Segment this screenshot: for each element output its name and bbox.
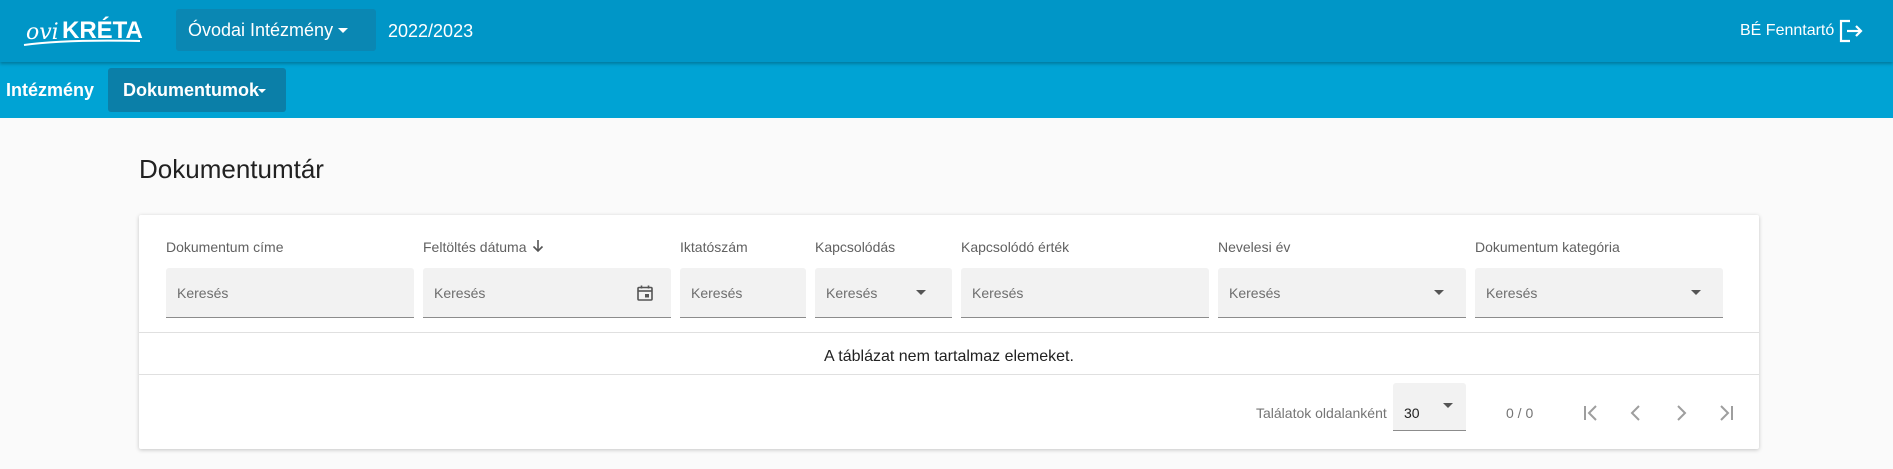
dropdown-arrow-icon [1691,290,1701,295]
first-page-icon[interactable] [1579,401,1603,425]
column-header-title[interactable]: Dokumentum címe [166,239,283,255]
nav-item-intezmeny[interactable]: Intézmény [6,68,94,112]
documents-table: Dokumentum címe Feltöltés dátuma Iktatós… [139,215,1759,449]
logout-icon[interactable] [1838,19,1864,43]
per-page-select[interactable]: 30 [1393,383,1466,431]
institution-select[interactable]: Óvodai Intézmény [176,9,376,51]
upload-date-filter-input[interactable]: Keresés [423,268,671,318]
filter-placeholder: Keresés [972,285,1024,301]
dropdown-arrow-icon [916,290,926,295]
top-bar: ovi KRÉTA Óvodai Intézmény 2022/2023 BÉ … [0,0,1893,62]
divider [139,332,1759,333]
page-title: Dokumentumtár [139,154,324,184]
filter-placeholder: Keresés [1486,285,1538,301]
filter-placeholder: Keresés [177,285,229,301]
connection-filter-select[interactable]: Keresés [815,268,952,318]
calendar-icon[interactable] [636,284,654,302]
empty-table-message: A táblázat nem tartalmaz elemeket. [824,348,1074,365]
school-year: 2022/2023 [388,21,474,41]
filter-placeholder: Keresés [691,285,743,301]
per-page-value: 30 [1404,405,1420,421]
next-page-icon[interactable] [1669,401,1693,425]
user-name[interactable]: BÉ Fenntartó [1740,0,1834,62]
divider [139,374,1759,375]
institution-select-value: Óvodai Intézmény [188,20,334,40]
column-header-category[interactable]: Dokumentum kategória [1475,239,1620,255]
column-header-registry-number[interactable]: Iktatószám [680,239,748,255]
column-header-connection[interactable]: Kapcsolódás [815,239,895,255]
filter-placeholder: Keresés [434,285,486,301]
svg-text:KRÉTA: KRÉTA [62,16,143,44]
title-filter-input[interactable]: Keresés [166,268,414,318]
registry-number-filter-input[interactable]: Keresés [680,268,806,318]
caret-down-icon [258,89,266,93]
svg-text:ovi: ovi [26,20,59,45]
pagination-range: 0 / 0 [1506,405,1534,421]
column-header-school-year[interactable]: Nevelesi év [1218,239,1290,255]
main-nav: Intézmény Dokumentumok [0,62,1893,118]
nav-item-label: Dokumentumok [123,80,260,100]
filter-placeholder: Keresés [1229,285,1281,301]
filter-placeholder: Keresés [826,285,878,301]
ovikreta-logo[interactable]: ovi KRÉTA [22,10,162,52]
chevron-down-icon [338,28,348,33]
previous-page-icon[interactable] [1624,401,1648,425]
school-year-filter-select[interactable]: Keresés [1218,268,1466,318]
dropdown-arrow-icon [1443,403,1453,408]
last-page-icon[interactable] [1714,401,1738,425]
arrow-down-icon[interactable] [530,238,546,254]
column-header-upload-date[interactable]: Feltöltés dátuma [423,239,527,255]
column-header-connection-value[interactable]: Kapcsolódó érték [961,239,1069,255]
category-filter-select[interactable]: Keresés [1475,268,1723,318]
per-page-label: Találatok oldalanként [1256,405,1387,421]
dropdown-arrow-icon [1434,290,1444,295]
nav-item-dokumentumok[interactable]: Dokumentumok [108,68,286,112]
connection-value-filter-input[interactable]: Keresés [961,268,1209,318]
